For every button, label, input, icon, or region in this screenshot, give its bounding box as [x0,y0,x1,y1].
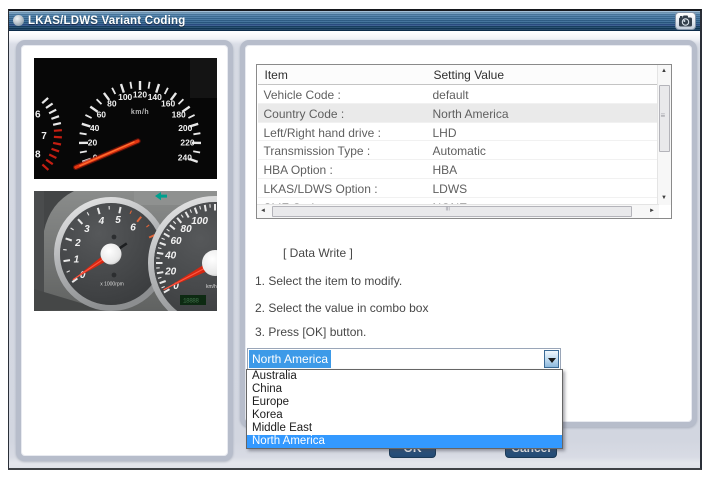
svg-text:120: 120 [133,89,147,99]
svg-text:220: 220 [180,137,194,147]
svg-text:18888: 18888 [183,297,199,304]
svg-text:1: 1 [74,254,80,265]
svg-text:200: 200 [178,122,192,132]
svg-text:2: 2 [74,238,81,249]
svg-text:4: 4 [98,215,105,226]
svg-text:100: 100 [118,91,132,101]
svg-text:80: 80 [107,98,117,108]
svg-text:240: 240 [178,152,192,162]
svg-text:7: 7 [41,130,47,141]
svg-text:40: 40 [164,250,177,261]
svg-text:180: 180 [172,109,186,119]
svg-text:20: 20 [164,266,177,277]
svg-text:100: 100 [191,216,208,227]
svg-text:km/h: km/h [206,284,217,290]
svg-text:140: 140 [148,91,162,101]
svg-text:6: 6 [130,222,136,233]
svg-text:40: 40 [90,122,100,132]
svg-text:60: 60 [170,236,182,247]
svg-text:8: 8 [35,149,41,160]
svg-text:60: 60 [97,109,107,119]
svg-text:20: 20 [88,137,98,147]
svg-text:160: 160 [161,98,175,108]
svg-text:km/h: km/h [131,109,149,116]
svg-text:x 1000rpm: x 1000rpm [100,281,124,287]
svg-text:3: 3 [84,224,90,235]
svg-text:6: 6 [35,109,41,120]
svg-text:5: 5 [115,215,121,226]
